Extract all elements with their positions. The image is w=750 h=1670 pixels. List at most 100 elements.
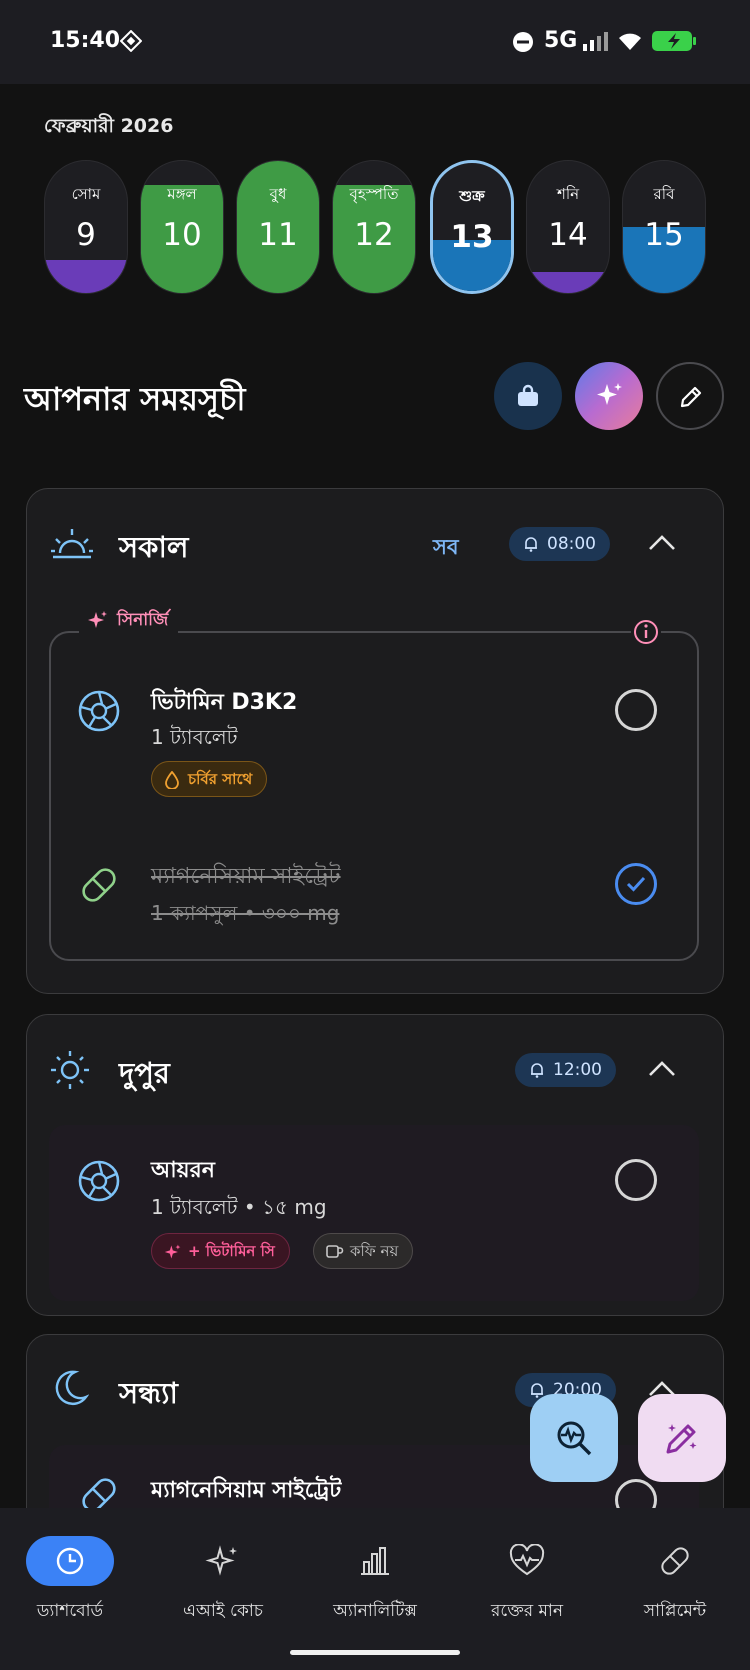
info-icon (634, 620, 658, 644)
nav-dashboard[interactable]: ড্যাশবোর্ড (0, 1536, 150, 1636)
synergy-header: সিনার্জি (79, 605, 179, 635)
mark-taken-checkbox[interactable] (615, 1159, 657, 1201)
shop-button[interactable] (494, 362, 562, 430)
nav-ai-coach[interactable]: এআই কোচ (148, 1536, 298, 1636)
day-number: 9 (76, 217, 96, 253)
nav-supplements[interactable]: সাপ্লিমেন্ট (600, 1536, 750, 1636)
med-name: আয়রন (151, 1158, 215, 1183)
day-number: 13 (450, 219, 494, 255)
day-name: শনি (556, 185, 580, 203)
nfc-icon (119, 29, 143, 56)
day-pill-15[interactable]: রবি 15 (622, 160, 706, 294)
day-name: সোম (71, 185, 101, 203)
med-name: ম্যাগনেসিয়াম সাইট্রেট (151, 864, 341, 889)
droplet-icon (165, 771, 179, 789)
synergy-group (49, 631, 699, 961)
sparkle-icon (164, 1244, 181, 1259)
capsule-icon (82, 868, 116, 902)
nav-label: এআই কোচ (183, 1601, 263, 1621)
day-number: 15 (644, 217, 684, 253)
shopping-bag-icon (518, 384, 538, 406)
nav-label: রক্তের মান (491, 1601, 563, 1621)
noon-reminder-badge[interactable]: 12:00 (515, 1053, 616, 1087)
chevron-up-icon[interactable] (647, 1059, 677, 1079)
network-label: 5G (544, 28, 578, 53)
taken-check-button[interactable] (615, 863, 657, 905)
tablet-icon (78, 690, 120, 732)
sparkles-icon (597, 383, 622, 405)
sparkles-icon (205, 1545, 237, 1576)
nav-label: সাপ্লিমেন্ট (643, 1601, 707, 1621)
dnd-icon (512, 31, 534, 57)
noon-title: দুপুর (119, 1056, 170, 1090)
clock-icon (56, 1547, 84, 1575)
status-bar: 15:40 5G (0, 0, 750, 84)
battery-icon (652, 30, 702, 56)
synergy-info-button[interactable] (631, 617, 661, 647)
edit-button[interactable] (656, 362, 724, 430)
home-indicator (290, 1650, 460, 1655)
sparkle-icon (88, 611, 107, 628)
noon-time: 12:00 (553, 1060, 602, 1080)
page-title: আপনার সময়সূচী (24, 380, 246, 418)
coffee-cup-icon (326, 1245, 344, 1258)
synergy-divider (189, 631, 643, 633)
heart-pulse-icon (509, 1544, 545, 1576)
moon-icon (55, 1370, 89, 1406)
med-name: ম্যাগনেসিয়াম সাইট্রেট (151, 1478, 342, 1503)
day-name: শুক্র (459, 187, 485, 205)
day-pill-10[interactable]: মঙ্গল 10 (140, 160, 224, 294)
nav-label: ড্যাশবোর্ড (36, 1601, 104, 1621)
day-pill-9[interactable]: সোম 9 (44, 160, 128, 294)
mark-taken-checkbox[interactable] (615, 689, 657, 731)
day-number: 12 (354, 217, 394, 253)
nav-blood-values[interactable]: রক্তের মান (452, 1536, 602, 1636)
vitamin-c-synergy-chip: + ভিটামিন সি (151, 1233, 290, 1269)
morning-reminder-badge[interactable]: 08:00 (509, 527, 610, 561)
quick-log-fab[interactable] (638, 1394, 726, 1482)
day-pill-13[interactable]: শুক্র 13 (430, 160, 514, 294)
morning-title: সকাল (119, 530, 189, 564)
no-coffee-chip: কফি নয় (313, 1233, 414, 1269)
morning-section: সকাল সব 08:00 সিনার্জি ভিটামিন D3K2 1 ট্… (26, 488, 724, 994)
day-name: বৃহস্পতি (349, 185, 399, 203)
nav-label: অ্যানালিটিক্স (333, 1601, 417, 1621)
tablet-icon (78, 1160, 120, 1202)
noon-item-row (49, 1125, 699, 1301)
select-all-button[interactable]: সব (433, 531, 459, 566)
day-pill-12[interactable]: বৃহস্পতি 12 (332, 160, 416, 294)
day-name: বুধ (269, 185, 287, 203)
pill-icon (661, 1547, 689, 1575)
day-pill-11[interactable]: বুধ 11 (236, 160, 320, 294)
bar-chart-icon (361, 1547, 389, 1575)
chevron-up-icon[interactable] (647, 533, 677, 553)
scan-analyze-fab[interactable] (530, 1394, 618, 1482)
med-name: ভিটামিন D3K2 (151, 690, 298, 715)
pencil-icon (680, 386, 702, 408)
bell-icon (525, 537, 537, 552)
nav-analytics[interactable]: অ্যানালিটিক্স (300, 1536, 450, 1636)
med-dose: 1 ট্যাবলেট (151, 725, 238, 749)
with-fat-chip: চর্বির সাথে (151, 761, 268, 797)
day-name: মঙ্গল (167, 185, 197, 203)
noon-section: দুপুর 12:00 আয়রন 1 ট্যাবলেট • ১৫ mg + ভ… (26, 1014, 724, 1316)
synergy-label: সিনার্জি (117, 610, 169, 630)
day-progress-fill (45, 260, 127, 293)
day-progress-fill (527, 271, 609, 293)
med-dose: 1 ট্যাবলেট • ১৫ mg (151, 1195, 327, 1219)
day-pill-14[interactable]: শনি 14 (526, 160, 610, 294)
ai-magic-button[interactable] (575, 362, 643, 430)
day-number: 14 (548, 217, 588, 253)
status-time: 15:40 (50, 28, 121, 53)
morning-time: 08:00 (547, 534, 596, 554)
evening-title: সন্ধ্যা (119, 1376, 178, 1410)
month-label: ফেব্রুয়ারী 2026 (44, 115, 174, 137)
med-dose: 1 ক্যাপসুল • ৩০০ mg (151, 901, 340, 925)
search-pulse-icon (557, 1421, 592, 1456)
magic-pen-icon (666, 1424, 697, 1454)
day-name: রবি (653, 185, 675, 203)
bell-icon (531, 1063, 543, 1078)
wifi-icon (616, 30, 644, 56)
day-number: 10 (162, 217, 202, 253)
sunrise-icon (51, 529, 93, 559)
